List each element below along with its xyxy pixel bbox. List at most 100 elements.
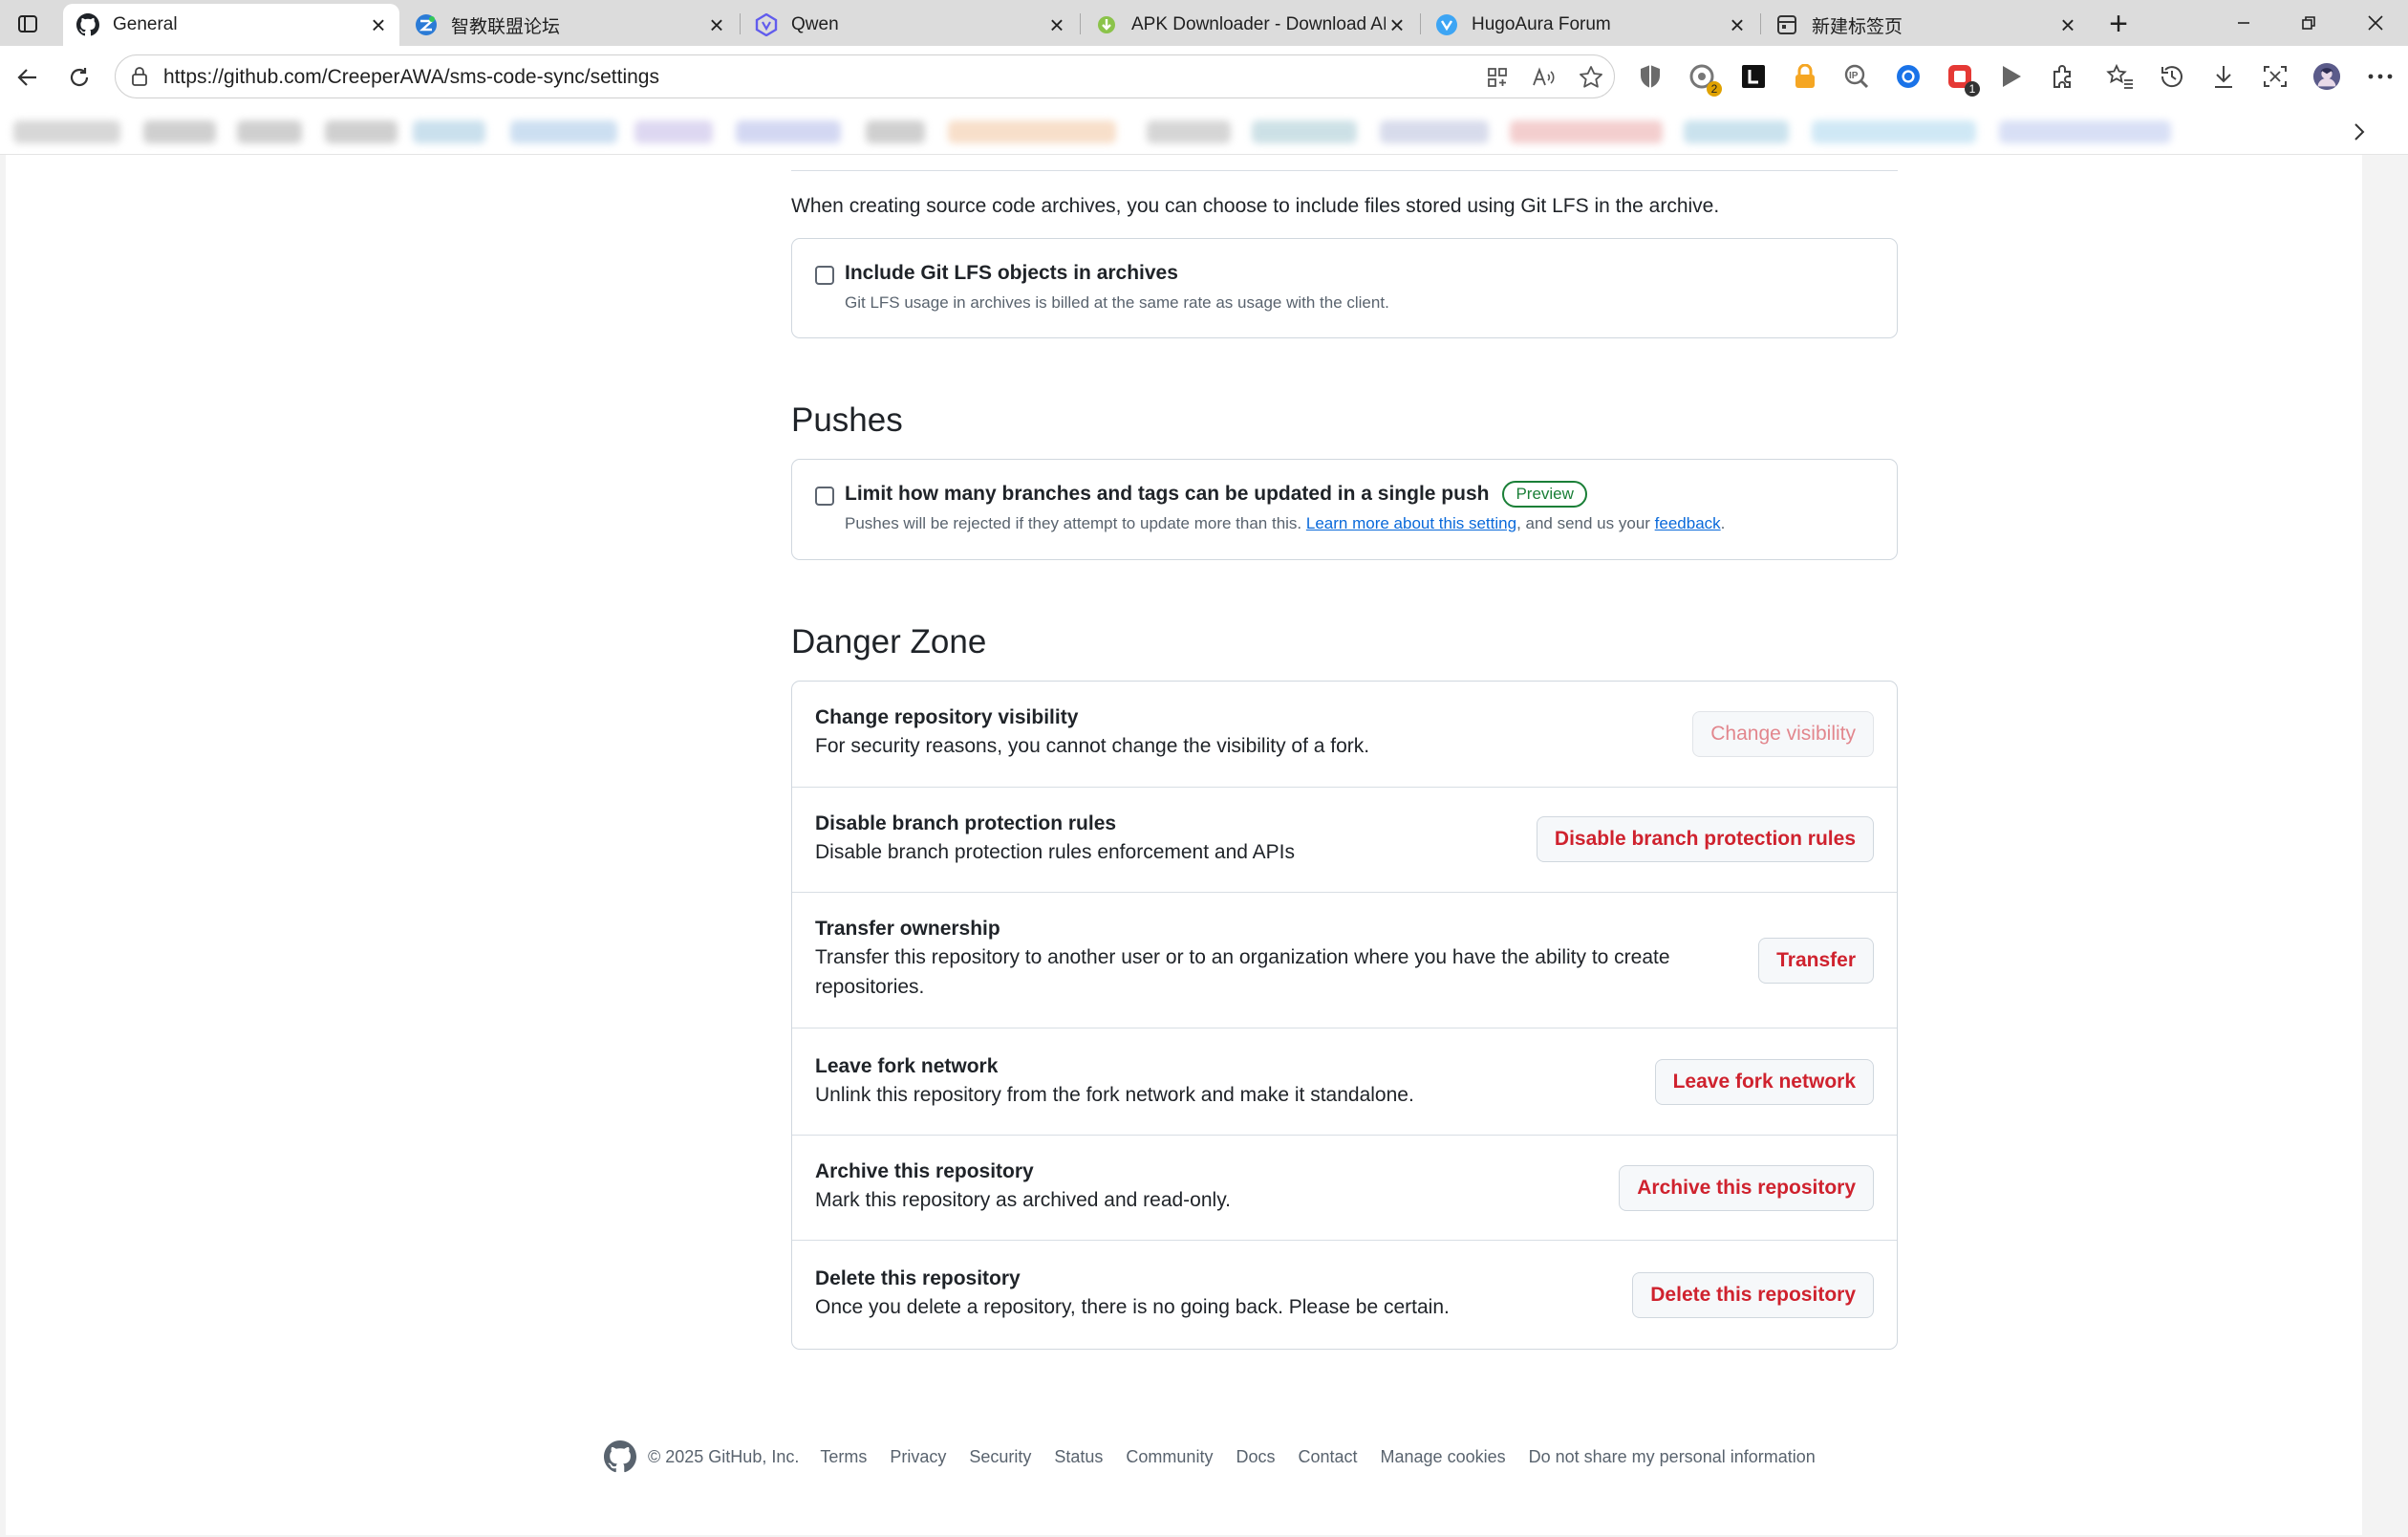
favorite-star-icon[interactable] [1578, 64, 1604, 91]
refresh-icon[interactable] [61, 59, 97, 96]
favorite-item[interactable] [1252, 120, 1357, 143]
footer-link-terms[interactable]: Terms [820, 1447, 867, 1467]
lock-icon[interactable] [129, 66, 150, 87]
limit-push-checkbox[interactable] [815, 487, 834, 506]
letter-l-extension-icon[interactable] [1739, 62, 1768, 91]
profile-avatar-icon[interactable] [2312, 62, 2341, 91]
translate-extension-icon[interactable] [1894, 62, 1923, 91]
browser-tab-qwen[interactable]: Qwen × [742, 4, 1078, 46]
copilot-extension-icon[interactable]: 2 [1688, 62, 1722, 97]
favorite-item[interactable] [1812, 120, 1976, 143]
close-tab-icon[interactable]: × [1386, 12, 1408, 37]
tab-title: 新建标签页 [1812, 16, 1903, 37]
feedback-link[interactable]: feedback [1655, 514, 1721, 532]
footer-link-status[interactable]: Status [1054, 1447, 1103, 1467]
favorites-icon[interactable] [2106, 62, 2135, 91]
lfs-option-box: Include Git LFS objects in archives Git … [791, 238, 1898, 338]
notification-badge: 2 [1707, 81, 1722, 97]
favorite-item[interactable] [143, 120, 216, 143]
danger-row-change-visibility: Change repository visibility For securit… [792, 682, 1897, 787]
tab-actions-menu-icon[interactable] [13, 10, 42, 38]
danger-row-title: Change repository visibility [815, 706, 1079, 728]
screenshot-icon[interactable] [2261, 62, 2290, 91]
close-tab-icon[interactable]: × [367, 12, 390, 37]
forum-icon [415, 13, 438, 36]
shield-extension-icon[interactable] [1636, 62, 1665, 91]
browser-tab-general[interactable]: General × [63, 4, 399, 46]
lfs-option-title[interactable]: Include Git LFS objects in archives [845, 262, 1178, 285]
section-divider [791, 170, 1898, 171]
favorite-item[interactable] [1684, 120, 1789, 143]
ip-lookup-extension-icon[interactable]: IP [1842, 62, 1871, 91]
danger-row-transfer-ownership: Transfer ownership Transfer this reposit… [792, 892, 1897, 1028]
danger-zone-box: Change repository visibility For securit… [791, 681, 1898, 1350]
favorite-item[interactable] [413, 120, 485, 143]
danger-row-title: Transfer ownership [815, 918, 1000, 940]
include-lfs-checkbox[interactable] [815, 266, 834, 285]
favorite-item[interactable] [325, 120, 398, 143]
leave-fork-network-button[interactable]: Leave fork network [1654, 1059, 1874, 1105]
qwen-icon [755, 13, 778, 36]
danger-row-leave-fork-network: Leave fork network Unlink this repositor… [792, 1028, 1897, 1135]
learn-more-link[interactable]: Learn more about this setting [1306, 514, 1516, 532]
read-aloud-icon[interactable] [1530, 64, 1557, 91]
github-logo-icon[interactable] [604, 1440, 636, 1473]
favorite-item[interactable] [866, 120, 925, 143]
close-tab-icon[interactable]: × [2056, 12, 2079, 37]
tab-title: HugoAura Forum [1472, 14, 1611, 34]
browser-tab-strip: General × 智教联盟论坛 × Qwen × APK Downloader… [0, 0, 2408, 46]
footer-link-manage-cookies[interactable]: Manage cookies [1381, 1447, 1506, 1467]
browser-tab-zhijiao-forum[interactable]: 智教联盟论坛 × [401, 4, 738, 46]
delete-repository-button[interactable]: Delete this repository [1632, 1272, 1874, 1318]
footer-copyright: © 2025 GitHub, Inc. [648, 1446, 800, 1466]
favorite-item[interactable] [13, 120, 120, 143]
danger-row-title: Leave fork network [815, 1055, 999, 1077]
favorite-item[interactable] [736, 120, 841, 143]
limit-push-option-title[interactable]: Limit how many branches and tags can be … [845, 483, 1489, 505]
favorite-item[interactable] [510, 120, 617, 143]
minimize-window-icon[interactable] [2215, 6, 2272, 40]
favorite-item[interactable] [1999, 120, 2171, 143]
footer-link-contact[interactable]: Contact [1298, 1447, 1357, 1467]
browser-tab-new-tab[interactable]: 新建标签页 × [1762, 4, 2089, 46]
close-window-icon[interactable] [2347, 6, 2404, 40]
more-menu-icon[interactable] [2366, 62, 2395, 91]
favorite-item[interactable] [948, 120, 1116, 143]
url-text[interactable]: https://github.com/CreeperAWA/sms-code-s… [163, 66, 659, 89]
extensions-puzzle-icon[interactable] [2049, 62, 2077, 91]
change-visibility-button[interactable]: Change visibility [1692, 711, 1874, 757]
favorite-item[interactable] [1380, 120, 1489, 143]
favorite-item[interactable] [237, 120, 302, 143]
footer-link-security[interactable]: Security [969, 1447, 1031, 1467]
browser-tab-hugoaura-forum[interactable]: HugoAura Forum × [1422, 4, 1758, 46]
close-tab-icon[interactable]: × [1726, 12, 1749, 37]
footer-link-do-not-share[interactable]: Do not share my personal information [1529, 1447, 1816, 1467]
new-tab-button[interactable]: + [2102, 6, 2135, 42]
danger-row-description: Mark this repository as archived and rea… [815, 1189, 1231, 1211]
danger-row-delete-repository: Delete this repository Once you delete a… [792, 1240, 1897, 1349]
download-icon[interactable] [2209, 62, 2238, 91]
padlock-extension-icon[interactable] [1791, 62, 1819, 91]
footer-link-community[interactable]: Community [1126, 1447, 1213, 1467]
adblock-extension-icon[interactable]: 1 [1946, 62, 1980, 97]
transfer-button[interactable]: Transfer [1758, 938, 1874, 984]
back-arrow-icon[interactable] [10, 59, 46, 96]
footer-link-privacy[interactable]: Privacy [890, 1447, 946, 1467]
address-bar[interactable]: https://github.com/CreeperAWA/sms-code-s… [115, 54, 1615, 98]
footer-link-docs[interactable]: Docs [1236, 1447, 1275, 1467]
browser-tab-apk-downloader[interactable]: APK Downloader - Download APK × [1082, 4, 1418, 46]
close-tab-icon[interactable]: × [705, 12, 728, 37]
danger-row-description: Unlink this repository from the fork net… [815, 1084, 1414, 1106]
disable-branch-protection-button[interactable]: Disable branch protection rules [1536, 816, 1874, 862]
favorite-item[interactable] [1147, 120, 1231, 143]
restore-window-icon[interactable] [2280, 6, 2337, 40]
favorite-item[interactable] [1510, 120, 1663, 143]
favorite-item[interactable] [634, 120, 713, 143]
favorites-bar [0, 109, 2408, 155]
chevron-right-icon[interactable] [2347, 120, 2370, 143]
play-extension-icon[interactable] [1997, 62, 2026, 91]
history-icon[interactable] [2158, 62, 2186, 91]
archive-repository-button[interactable]: Archive this repository [1619, 1165, 1874, 1211]
app-available-icon[interactable] [1484, 64, 1511, 91]
close-tab-icon[interactable]: × [1045, 12, 1068, 37]
